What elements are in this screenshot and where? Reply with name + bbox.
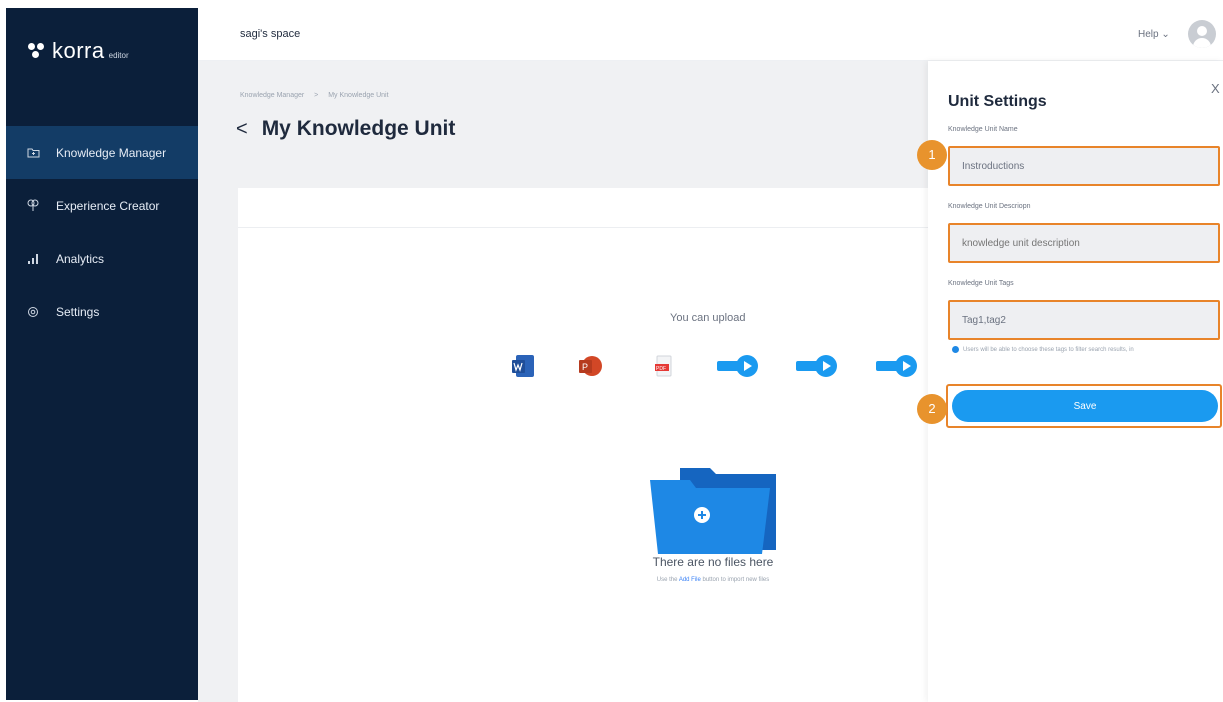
step-badge-2: 2 [917,394,947,424]
unit-description-input[interactable] [948,223,1220,263]
unit-tags-input[interactable] [948,300,1220,340]
name-label: Knowledge Unit Name [948,126,1018,133]
svg-text:P: P [582,362,588,372]
korra-logo[interactable]: korra editor [28,38,129,64]
unit-settings-panel: X Unit Settings Knowledge Unit Name Know… [928,61,1223,702]
breadcrumb-separator: > [314,92,319,99]
page-title-text: My Knowledge Unit [261,117,456,140]
add-file-link[interactable]: Add File [679,577,701,583]
folder-icon [26,146,40,160]
breadcrumb-knowledge-manager[interactable]: Knowledge Manager [240,92,304,99]
mov-icon [796,355,837,377]
back-arrow-icon[interactable]: < [236,118,248,141]
unit-name-input[interactable] [948,146,1220,186]
top-bar: sagi's space Help ⌄ [198,8,1223,61]
sidebar-item-label: Analytics [56,251,105,266]
hint-text-before: Use the [656,577,679,583]
step-badge-1: 1 [917,140,947,170]
card-divider [238,227,928,228]
sidebar-item-knowledge-manager[interactable]: Knowledge Manager [6,126,198,179]
pdf-icon: PDF [655,355,672,377]
sidebar-item-experience-creator[interactable]: Experience Creator [6,179,198,232]
panel-title: Unit Settings [948,93,1047,110]
workspace-name[interactable]: sagi's space [240,28,300,40]
sidebar-item-label: Knowledge Manager [56,145,167,160]
sidebar-item-analytics[interactable]: Analytics [6,232,198,285]
sidebar-nav: Knowledge Manager Experience Creator Ana… [6,126,198,338]
files-card: You can upload P PDF There are no files … [238,188,928,702]
upload-label: You can upload [670,312,746,324]
powerpoint-icon: P [579,356,602,376]
sidebar-item-settings[interactable]: Settings [6,285,198,338]
tags-note: Users will be able to choose these tags … [952,346,1212,354]
info-dot-icon [952,346,959,353]
webm-icon [876,355,917,377]
tags-note-text: Users will be able to choose these tags … [963,347,1134,354]
svg-text:PDF: PDF [656,366,666,372]
logo-mark-icon [28,43,46,59]
sidebar: korra editor Knowledge Manager Experienc… [6,8,198,700]
logo-text: korra [52,38,105,63]
mp4-icon [717,355,758,377]
breadcrumb: Knowledge Manager > My Knowledge Unit [240,92,397,99]
tags-label: Knowledge Unit Tags [948,280,1014,287]
save-button[interactable]: Save [952,390,1218,422]
page-title: < My Knowledge Unit [236,117,455,141]
empty-folder-icon[interactable] [650,460,780,555]
empty-state-hint: Use the Add File button to import new fi… [598,577,828,583]
gear-icon [26,305,40,319]
sidebar-item-label: Experience Creator [56,198,160,213]
word-icon [512,355,534,377]
empty-state-title: There are no files here [652,555,774,569]
bar-chart-icon [26,252,40,266]
description-label: Knowledge Unit Descriopn [948,203,1031,210]
close-icon[interactable]: X [1211,81,1220,96]
user-avatar-icon[interactable] [1188,20,1216,48]
bulb-icon [26,199,40,213]
hint-text-after: button to import new files [700,577,770,583]
sidebar-item-label: Settings [56,304,100,319]
help-menu[interactable]: Help ⌄ [1138,29,1170,40]
breadcrumb-current: My Knowledge Unit [328,92,389,99]
save-highlight: Save [946,384,1222,428]
main-content: Knowledge Manager > My Knowledge Unit < … [198,61,928,702]
logo-subtext: editor [108,50,129,60]
